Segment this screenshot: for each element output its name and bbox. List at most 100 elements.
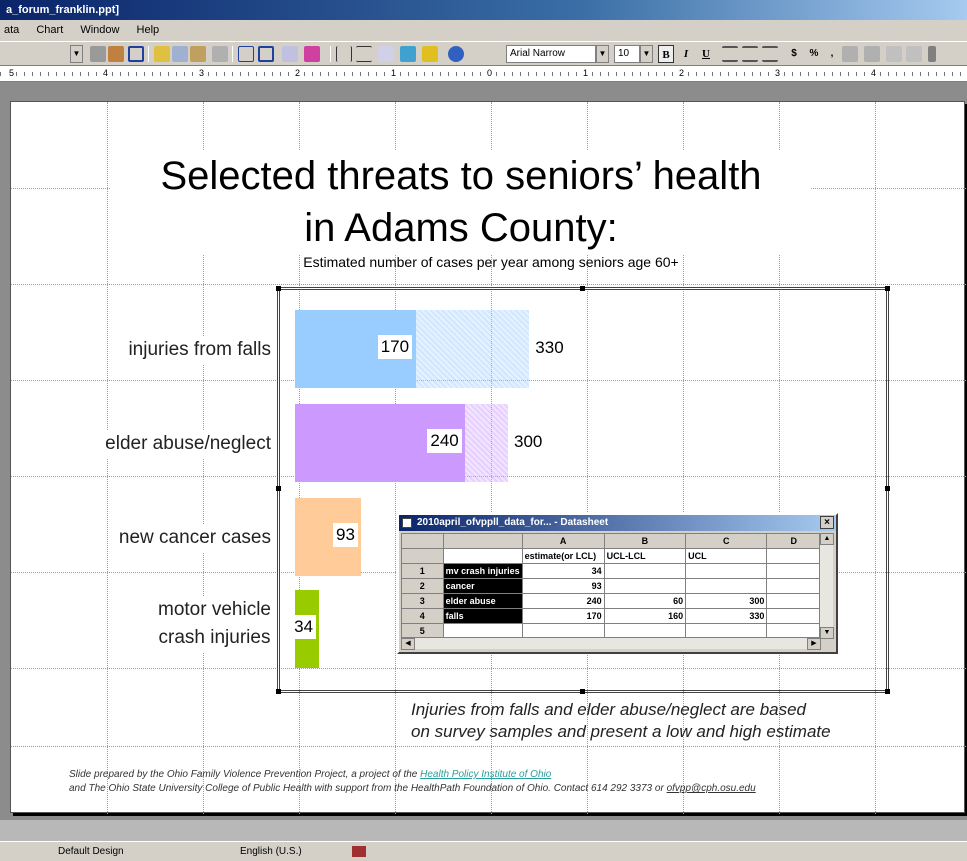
cell[interactable] bbox=[766, 593, 821, 609]
slide-subtitle[interactable]: Estimated number of cases per year among… bbox=[191, 254, 791, 270]
close-icon[interactable]: × bbox=[820, 516, 834, 529]
row-header[interactable] bbox=[401, 548, 444, 564]
slide[interactable]: Selected threats to seniors’ health in A… bbox=[10, 101, 966, 814]
comma-button[interactable]: , bbox=[824, 45, 840, 63]
cell[interactable]: estimate(or LCL) bbox=[521, 548, 605, 564]
by-row-icon[interactable] bbox=[238, 46, 254, 62]
scroll-right-icon[interactable]: ▶ bbox=[807, 638, 821, 650]
resize-handle[interactable] bbox=[276, 286, 281, 291]
category-axis-gridlines-icon[interactable] bbox=[336, 46, 352, 62]
cell[interactable] bbox=[442, 548, 523, 564]
resize-handle[interactable] bbox=[580, 286, 585, 291]
resize-handle[interactable] bbox=[580, 689, 585, 694]
by-column-icon[interactable] bbox=[258, 46, 274, 62]
scroll-up-icon[interactable]: ▲ bbox=[820, 533, 834, 545]
cell[interactable]: 34 bbox=[521, 563, 605, 579]
font-name-field[interactable]: Arial Narrow bbox=[506, 45, 596, 63]
font-size-field[interactable]: 10 bbox=[614, 45, 640, 63]
chart-type-icon[interactable] bbox=[304, 46, 320, 62]
bold-button[interactable]: B bbox=[658, 45, 674, 63]
cell[interactable]: 330 bbox=[685, 608, 768, 624]
cell[interactable] bbox=[766, 563, 821, 579]
underline-button[interactable]: U bbox=[698, 45, 714, 63]
cell[interactable] bbox=[766, 608, 821, 624]
cell[interactable]: cancer bbox=[442, 578, 523, 594]
undo-icon[interactable] bbox=[212, 46, 228, 62]
data-table-icon[interactable] bbox=[400, 46, 416, 62]
legend-icon[interactable] bbox=[378, 46, 394, 62]
scroll-left-icon[interactable]: ◀ bbox=[401, 638, 415, 650]
estimate-note[interactable]: Injuries from falls and elder abuse/negl… bbox=[411, 699, 881, 743]
toolbar-options-icon[interactable] bbox=[928, 46, 936, 62]
cell[interactable] bbox=[766, 548, 821, 564]
resize-handle[interactable] bbox=[885, 286, 890, 291]
angle-text-up-icon[interactable] bbox=[906, 46, 922, 62]
resize-handle[interactable] bbox=[885, 689, 890, 694]
cell[interactable]: 160 bbox=[603, 608, 687, 624]
chart-objects-icon[interactable] bbox=[90, 46, 106, 62]
horizontal-scrollbar[interactable]: ◀ ▶ bbox=[401, 637, 821, 650]
font-name-dropdown[interactable]: ▼ bbox=[596, 45, 609, 63]
column-header-c[interactable]: C bbox=[685, 533, 768, 549]
resize-handle[interactable] bbox=[276, 486, 281, 491]
cell[interactable] bbox=[766, 578, 821, 594]
toolbar-dropdown-arrow[interactable]: ▼ bbox=[70, 45, 83, 63]
cell[interactable] bbox=[685, 563, 768, 579]
column-header-d[interactable]: D bbox=[766, 533, 821, 549]
hpio-link[interactable]: Health Policy Institute of Ohio bbox=[420, 769, 551, 780]
window-title-bar[interactable]: a_forum_franklin.ppt] bbox=[0, 0, 967, 20]
menu-data[interactable]: ata bbox=[4, 24, 19, 36]
cell[interactable]: 60 bbox=[603, 593, 687, 609]
fill-color-icon[interactable] bbox=[422, 46, 438, 62]
cut-icon[interactable] bbox=[154, 46, 170, 62]
format-icon[interactable] bbox=[108, 46, 124, 62]
datasheet-icon[interactable] bbox=[282, 46, 298, 62]
column-header-a[interactable]: A bbox=[521, 533, 605, 549]
menu-window[interactable]: Window bbox=[80, 24, 119, 36]
column-header-b[interactable]: B bbox=[603, 533, 687, 549]
row-header[interactable]: 4 bbox=[401, 608, 444, 624]
cell[interactable]: 240 bbox=[521, 593, 605, 609]
scroll-down-icon[interactable]: ▼ bbox=[820, 627, 834, 639]
datasheet-window[interactable]: 2010april_ofvppll_data_for... - Datashee… bbox=[397, 513, 838, 654]
help-icon[interactable] bbox=[448, 46, 464, 62]
cell[interactable]: mv crash injuries bbox=[442, 563, 523, 579]
cell[interactable]: elder abuse bbox=[442, 593, 523, 609]
datasheet-title-bar[interactable]: 2010april_ofvppll_data_for... - Datashee… bbox=[399, 515, 836, 531]
email-link[interactable]: ofvpp@cph.osu.edu bbox=[667, 783, 756, 794]
cell[interactable]: 300 bbox=[685, 593, 768, 609]
align-right-icon[interactable] bbox=[762, 46, 778, 62]
cell[interactable]: 93 bbox=[521, 578, 605, 594]
row-header[interactable]: 2 bbox=[401, 578, 444, 594]
menu-help[interactable]: Help bbox=[137, 24, 160, 36]
datasheet-grid[interactable]: A B C D estimate(or LCL) UCL-LCL UCL 1 m… bbox=[401, 533, 821, 639]
increase-decimal-icon[interactable] bbox=[842, 46, 858, 62]
row-header[interactable]: 1 bbox=[401, 563, 444, 579]
resize-handle[interactable] bbox=[276, 689, 281, 694]
decrease-decimal-icon[interactable] bbox=[864, 46, 880, 62]
cell[interactable] bbox=[603, 563, 687, 579]
cell[interactable]: falls bbox=[442, 608, 523, 624]
angle-text-icon[interactable] bbox=[886, 46, 902, 62]
paste-icon[interactable] bbox=[190, 46, 206, 62]
credit-text[interactable]: Slide prepared by the Ohio Family Violen… bbox=[69, 768, 949, 796]
vertical-scrollbar[interactable]: ▲ ▼ bbox=[819, 533, 834, 639]
cell[interactable] bbox=[685, 578, 768, 594]
cell[interactable]: 170 bbox=[521, 608, 605, 624]
currency-button[interactable]: $ bbox=[786, 45, 802, 63]
column-header-blank[interactable] bbox=[442, 533, 523, 549]
align-left-icon[interactable] bbox=[722, 46, 738, 62]
value-axis-gridlines-icon[interactable] bbox=[356, 46, 372, 62]
cell[interactable]: UCL bbox=[685, 548, 768, 564]
percent-button[interactable]: % bbox=[806, 45, 822, 63]
row-header[interactable]: 3 bbox=[401, 593, 444, 609]
cell[interactable]: UCL-LCL bbox=[603, 548, 687, 564]
resize-handle[interactable] bbox=[885, 486, 890, 491]
cell[interactable] bbox=[603, 578, 687, 594]
select-all-corner[interactable] bbox=[401, 533, 444, 549]
font-size-dropdown[interactable]: ▼ bbox=[640, 45, 653, 63]
copy-icon[interactable] bbox=[172, 46, 188, 62]
align-center-icon[interactable] bbox=[742, 46, 758, 62]
menu-chart[interactable]: Chart bbox=[36, 24, 63, 36]
italic-button[interactable]: I bbox=[678, 45, 694, 63]
